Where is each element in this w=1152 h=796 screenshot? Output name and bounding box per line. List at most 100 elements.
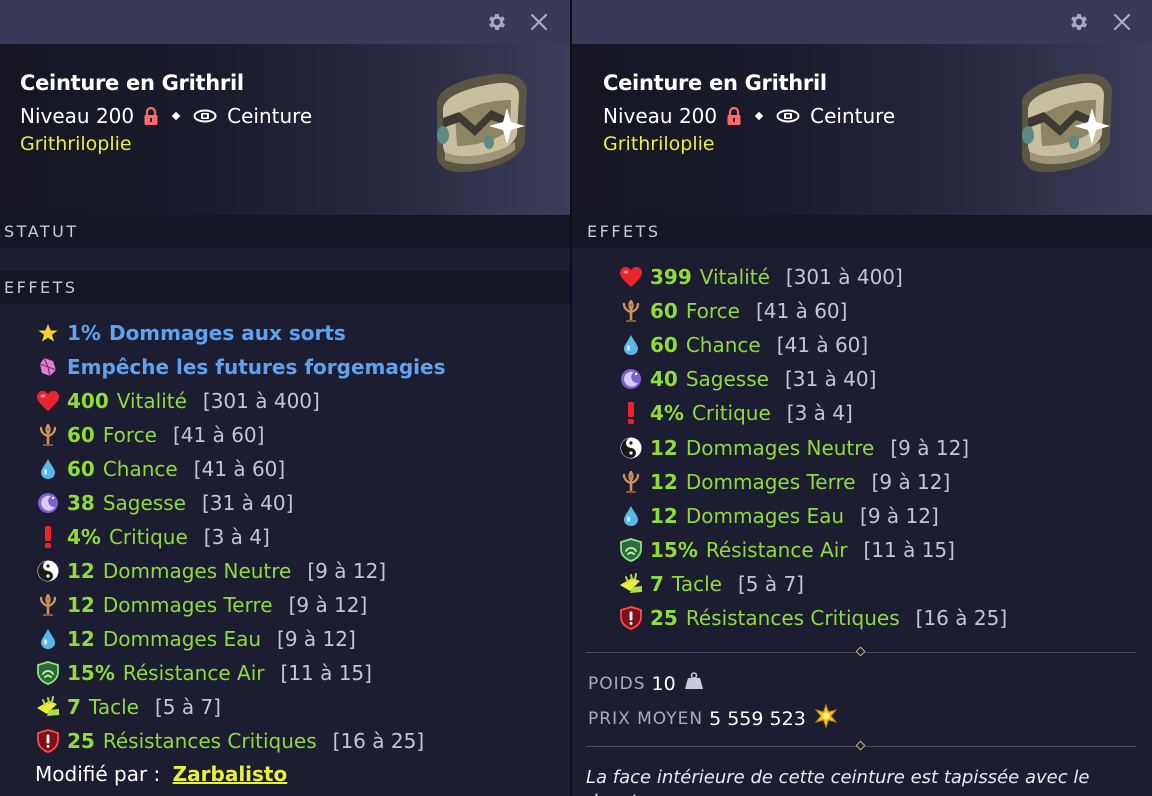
- effect-range: [31 à 40]: [201, 491, 294, 515]
- earth-icon: [35, 422, 61, 448]
- effect-range: [16 à 25]: [915, 606, 1008, 630]
- modified-by: Modifié par : Zarbalisto: [35, 762, 287, 786]
- effect-value: 60: [650, 333, 678, 358]
- effect-name: Résistance Air: [705, 537, 848, 562]
- earth-icon: [35, 592, 61, 618]
- effect-value: 1%: [67, 321, 101, 345]
- effect-row: 12 Dommages Eau [9 à 12]: [35, 624, 356, 654]
- effect-value: 38: [67, 491, 95, 515]
- gear-icon: [486, 11, 508, 33]
- tooltip-topbar: [572, 0, 1152, 44]
- effects-section-header: EFFETS: [0, 271, 570, 304]
- exclamation-icon: [35, 524, 61, 550]
- water-drop-icon: [35, 456, 61, 482]
- item-description: La face intérieure de cette ceinture est…: [586, 767, 1090, 796]
- effect-value: 40: [650, 367, 678, 392]
- effect-name: Tacle: [88, 695, 139, 719]
- lock-icon[interactable]: [143, 106, 159, 126]
- effect-row: 12 Dommages Eau [9 à 12]: [618, 501, 939, 531]
- effect-name: Dommages Eau: [102, 627, 262, 651]
- effect-name: Empêche les futures forgemagies: [67, 355, 446, 379]
- effect-value: 15%: [650, 537, 698, 562]
- settings-button[interactable]: [1064, 7, 1094, 37]
- effect-name: Tacle: [671, 571, 722, 596]
- water-drop-icon: [618, 332, 644, 358]
- exclamation-icon: [618, 400, 644, 426]
- effect-value: 7: [67, 695, 81, 719]
- effect-row: 38 Sagesse [31 à 40]: [35, 488, 293, 518]
- divider-diamond-icon: [855, 740, 866, 751]
- weight-row: POIDS 10: [588, 672, 704, 695]
- heart-icon: [35, 388, 61, 414]
- effect-row: 12 Dommages Terre [9 à 12]: [35, 590, 367, 620]
- effect-name: Résistances Critiques: [102, 729, 317, 753]
- close-icon: [1112, 12, 1132, 32]
- effect-row: 7 Tacle [5 à 7]: [35, 692, 221, 722]
- settings-button[interactable]: [482, 7, 512, 37]
- effect-value: 25: [650, 606, 678, 630]
- close-button[interactable]: [1107, 7, 1137, 37]
- effect-value: 15%: [67, 661, 115, 685]
- effect-range: [301 à 400]: [202, 389, 320, 413]
- effect-row: 12 Dommages Neutre [9 à 12]: [618, 433, 969, 463]
- effect-range: [301 à 400]: [785, 265, 903, 289]
- effect-value: 12: [650, 503, 678, 528]
- effect-name: Sagesse: [102, 491, 186, 515]
- effect-row: 400 Vitalité [301 à 400]: [35, 386, 320, 416]
- effect-range: [41 à 60]: [776, 333, 869, 358]
- effect-row: 7 Tacle [5 à 7]: [618, 569, 804, 599]
- item-set-link[interactable]: Grithriloplie: [20, 133, 132, 155]
- tackle-icon: [618, 571, 644, 597]
- item-header: Ceinture en Grithril Niveau 200 Ceinture…: [0, 44, 570, 215]
- kama-coin-icon: [814, 703, 838, 733]
- effects-section-title: EFFETS: [587, 222, 661, 241]
- effect-name: Critique: [691, 401, 771, 426]
- effect-range: [5 à 7]: [154, 695, 221, 719]
- item-set-link[interactable]: Grithriloplie: [603, 133, 715, 155]
- effect-range: [41 à 60]: [193, 457, 286, 481]
- modified-by-author-link[interactable]: Zarbalisto: [173, 762, 288, 786]
- close-button[interactable]: [524, 7, 554, 37]
- effect-row: 60 Force [41 à 60]: [35, 420, 264, 450]
- item-type: Ceinture: [810, 104, 896, 128]
- item-type: Ceinture: [227, 104, 313, 128]
- weight-icon: [684, 672, 704, 695]
- effect-value: 4%: [650, 401, 684, 426]
- effect-value: 7: [650, 571, 664, 596]
- lock-icon[interactable]: [726, 106, 742, 126]
- crystal-icon: [35, 354, 61, 380]
- crit-shield-icon: [35, 728, 61, 754]
- average-price-value: 5 559 523: [709, 707, 806, 730]
- effect-range: [3 à 4]: [786, 401, 853, 426]
- divider-diamond-icon: [855, 646, 866, 657]
- effect-name: Résistance Air: [122, 661, 265, 685]
- effect-row: 60 Chance [41 à 60]: [618, 330, 868, 360]
- modified-by-label: Modifié par :: [35, 762, 161, 786]
- item-subline: Niveau 200 Ceinture: [20, 104, 312, 128]
- effect-row: 4% Critique [3 à 4]: [618, 398, 853, 428]
- effect-name: Chance: [102, 457, 178, 481]
- effect-name: Dommages Neutre: [102, 559, 292, 583]
- yin-yang-icon: [35, 558, 61, 584]
- effect-name: Vitalité: [699, 265, 770, 289]
- section-divider: [586, 740, 1136, 751]
- effect-name: Force: [685, 299, 740, 324]
- effect-value: 12: [67, 559, 95, 583]
- water-drop-icon: [618, 503, 644, 529]
- effect-range: [41 à 60]: [755, 299, 848, 324]
- effect-range: [9 à 12]: [890, 435, 970, 460]
- effect-row: 12 Dommages Neutre [9 à 12]: [35, 556, 386, 586]
- item-title: Ceinture en Grithril: [603, 71, 827, 95]
- effect-value: 12: [650, 469, 678, 494]
- wisdom-moon-icon: [35, 490, 61, 516]
- gear-icon: [1068, 11, 1090, 33]
- item-level: Niveau 200: [20, 104, 135, 128]
- effect-name: Dommages Terre: [685, 469, 856, 494]
- effect-range: [9 à 12]: [277, 627, 356, 651]
- effect-row: 15% Résistance Air [11 à 15]: [35, 658, 372, 688]
- item-header: Ceinture en Grithril Niveau 200 Ceinture…: [572, 44, 1152, 215]
- weight-label: POIDS: [588, 673, 646, 694]
- weight-value: 10: [651, 672, 676, 695]
- effect-name: Dommages Neutre: [685, 435, 875, 460]
- item-tooltip-right: Ceinture en Grithril Niveau 200 Ceinture…: [572, 0, 1152, 796]
